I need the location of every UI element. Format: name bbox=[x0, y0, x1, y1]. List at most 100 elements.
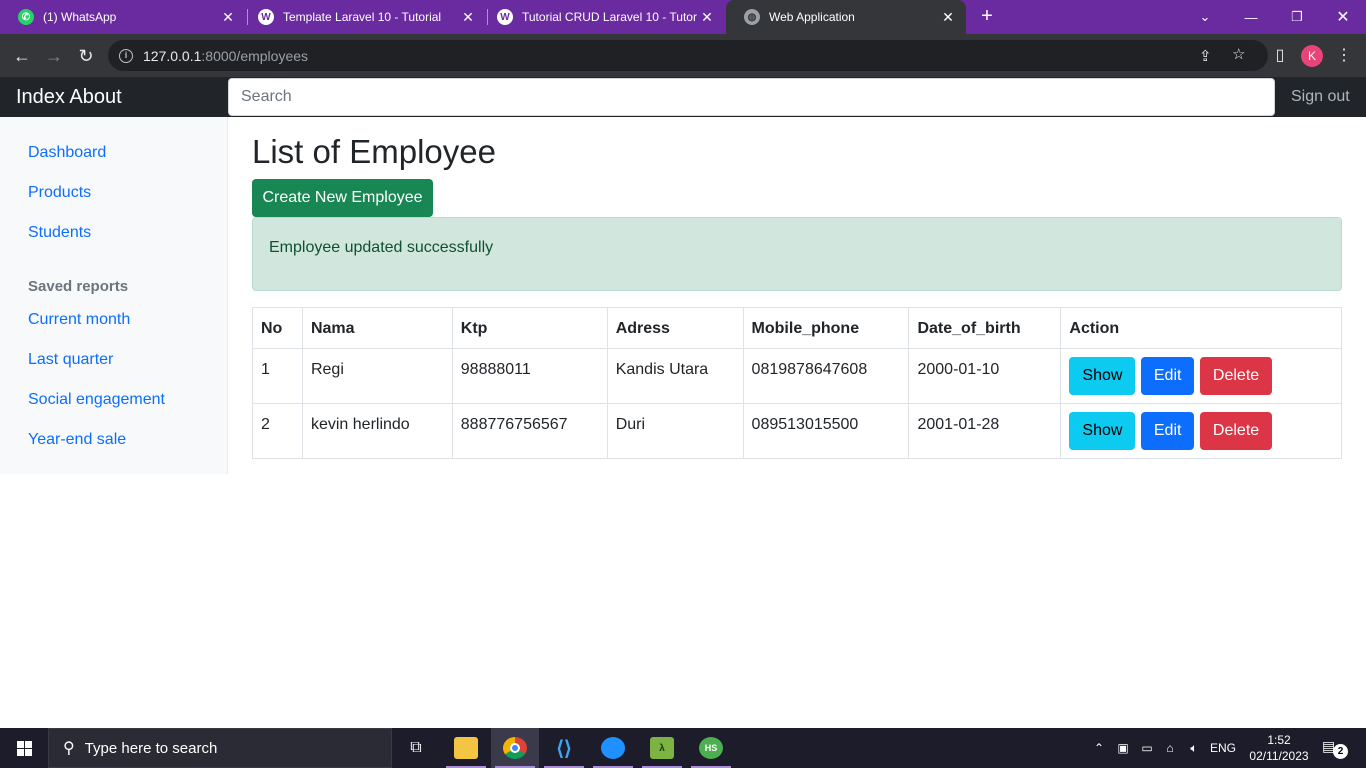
sidebar: Dashboard Products Students Saved report… bbox=[0, 117, 228, 474]
sidebar-item-products[interactable]: Products bbox=[28, 184, 91, 202]
cell-ktp: 98888011 bbox=[451, 348, 608, 404]
address-bar[interactable]: i 127.0.0.1:8000/employees bbox=[108, 40, 1268, 71]
minimize-button[interactable]: — bbox=[1228, 0, 1274, 34]
chrome-button[interactable] bbox=[491, 728, 539, 768]
navbar-brand[interactable]: Index About bbox=[16, 86, 122, 109]
saved-reports-heading: Saved reports bbox=[28, 278, 129, 295]
cell-no: 2 bbox=[252, 403, 303, 459]
task-view-button[interactable]: ⧉ bbox=[392, 728, 440, 768]
share-icon[interactable]: ⇪ bbox=[1199, 47, 1212, 65]
column-header: Ktp bbox=[451, 307, 608, 349]
app-green-button[interactable]: λ bbox=[638, 728, 686, 768]
back-icon[interactable]: ← bbox=[9, 43, 35, 69]
url-text: 127.0.0.1:8000/employees bbox=[143, 47, 309, 64]
column-header: Nama bbox=[301, 307, 453, 349]
tab-whatsapp[interactable]: ✆ (1) WhatsApp ✕ bbox=[0, 0, 246, 34]
close-window-button[interactable]: ✕ bbox=[1320, 0, 1366, 34]
forward-icon[interactable]: → bbox=[41, 43, 67, 69]
column-header: Date_of_birth bbox=[908, 307, 1062, 349]
file-explorer-button[interactable] bbox=[442, 728, 490, 768]
column-header: Adress bbox=[606, 307, 744, 349]
taskbar-search-box[interactable]: ⚲ Type here to search bbox=[48, 728, 392, 768]
cell-nama: kevin herlindo bbox=[301, 403, 453, 459]
taskbar-search-placeholder: Type here to search bbox=[84, 739, 218, 757]
app-blue-button[interactable] bbox=[589, 728, 637, 768]
success-alert: Employee updated successfully bbox=[252, 217, 1342, 291]
cell-no: 1 bbox=[252, 348, 303, 404]
show-button[interactable]: Show bbox=[1069, 357, 1136, 395]
show-button[interactable]: Show bbox=[1069, 412, 1136, 450]
close-tab-icon[interactable]: ✕ bbox=[697, 9, 717, 26]
notification-center-icon[interactable]: ▤ 2 bbox=[1322, 738, 1348, 759]
browser-toolbar: ← → ↻ i 127.0.0.1:8000/employees ⇪ ☆ ▯ K… bbox=[0, 34, 1366, 77]
profile-avatar[interactable]: K bbox=[1301, 45, 1323, 67]
cell-adress: Kandis Utara bbox=[606, 348, 744, 404]
browser-tab-strip: ✆ (1) WhatsApp ✕ W Template Laravel 10 -… bbox=[0, 0, 1366, 34]
side-panel-icon[interactable]: ▯ bbox=[1268, 43, 1292, 67]
tab-web-application[interactable]: ◍ Web Application ✕ bbox=[726, 0, 966, 34]
sidebar-item-dashboard[interactable]: Dashboard bbox=[28, 144, 106, 162]
close-tab-icon[interactable]: ✕ bbox=[938, 9, 958, 26]
sidebar-report-year-end-sale[interactable]: Year-end sale bbox=[28, 431, 126, 449]
cell-date-of-birth: 2001-01-28 bbox=[908, 403, 1062, 459]
tab-tutorial-crud[interactable]: W Tutorial CRUD Laravel 10 - Tutor ✕ bbox=[479, 0, 725, 34]
sidebar-report-current-month[interactable]: Current month bbox=[28, 311, 130, 329]
hs-icon: HS bbox=[699, 737, 723, 759]
notification-count-badge: 2 bbox=[1333, 744, 1348, 759]
search-input[interactable] bbox=[228, 78, 1275, 116]
start-button[interactable] bbox=[0, 728, 48, 768]
cell-mobile-phone: 089513015500 bbox=[742, 403, 910, 459]
delete-button[interactable]: Delete bbox=[1199, 357, 1273, 395]
sidebar-item-students[interactable]: Students bbox=[28, 224, 91, 242]
tab-title: Template Laravel 10 - Tutorial bbox=[283, 10, 442, 24]
blue-app-icon bbox=[601, 737, 625, 759]
whatsapp-icon: ✆ bbox=[18, 9, 34, 25]
reload-icon[interactable]: ↻ bbox=[73, 43, 99, 69]
meet-now-icon[interactable]: ▣ bbox=[1114, 728, 1132, 768]
task-view-icon: ⧉ bbox=[410, 739, 422, 756]
language-indicator[interactable]: ENG bbox=[1208, 728, 1238, 768]
chrome-icon bbox=[503, 737, 527, 759]
tab-title: Tutorial CRUD Laravel 10 - Tutor bbox=[522, 10, 697, 24]
taskbar-clock[interactable]: 1:52 02/11/2023 bbox=[1244, 732, 1314, 764]
employee-table: No Nama Ktp Adress Mobile_phone Date_of_… bbox=[252, 307, 1342, 459]
column-header: Action bbox=[1060, 307, 1342, 349]
battery-icon[interactable]: ▭ bbox=[1138, 728, 1156, 768]
network-icon[interactable]: ⌂ bbox=[1160, 728, 1180, 768]
cell-date-of-birth: 2000-01-10 bbox=[908, 348, 1062, 404]
wordpress-icon: W bbox=[258, 9, 274, 25]
column-header: Mobile_phone bbox=[742, 307, 910, 349]
clock-time: 1:52 bbox=[1267, 733, 1291, 747]
sidebar-report-social-engagement[interactable]: Social engagement bbox=[28, 391, 165, 409]
heidisql-button[interactable]: HS bbox=[687, 728, 735, 768]
column-header: No bbox=[252, 307, 303, 349]
delete-button[interactable]: Delete bbox=[1199, 412, 1273, 450]
sidebar-report-last-quarter[interactable]: Last quarter bbox=[28, 351, 113, 369]
vscode-button[interactable]: ⟨⟩ bbox=[540, 728, 588, 768]
page-title: List of Employee bbox=[252, 133, 496, 170]
close-tab-icon[interactable]: ✕ bbox=[458, 9, 478, 26]
site-info-icon[interactable]: i bbox=[119, 48, 133, 63]
create-employee-button[interactable]: Create New Employee bbox=[252, 179, 433, 217]
tab-search-icon[interactable]: ⌄ bbox=[1182, 0, 1228, 34]
tab-template-laravel[interactable]: W Template Laravel 10 - Tutorial ✕ bbox=[240, 0, 486, 34]
close-tab-icon[interactable]: ✕ bbox=[218, 9, 238, 26]
windows-taskbar: ⚲ Type here to search ⧉ ⟨⟩ λ HS ⌃ ▣ ▭ ⌂ … bbox=[0, 728, 1366, 768]
show-hidden-icons-icon[interactable]: ⌃ bbox=[1090, 728, 1108, 768]
bookmark-star-icon[interactable]: ☆ bbox=[1232, 45, 1245, 63]
table-header-row: No Nama Ktp Adress Mobile_phone Date_of_… bbox=[252, 307, 1342, 349]
restore-button[interactable]: ❐ bbox=[1274, 0, 1320, 34]
cell-actions: Show Edit Delete bbox=[1060, 403, 1342, 459]
sign-out-link[interactable]: Sign out bbox=[1291, 88, 1350, 106]
edit-button[interactable]: Edit bbox=[1140, 357, 1195, 395]
volume-icon[interactable]: 🔈︎ bbox=[1184, 728, 1204, 768]
vscode-icon: ⟨⟩ bbox=[556, 737, 572, 760]
new-tab-button[interactable]: + bbox=[976, 5, 998, 29]
menu-kebab-icon[interactable]: ⋮ bbox=[1332, 43, 1356, 67]
app-navbar: Index About Sign out bbox=[0, 77, 1366, 117]
cell-ktp: 888776756567 bbox=[451, 403, 608, 459]
tab-title: (1) WhatsApp bbox=[43, 10, 117, 24]
clock-date: 02/11/2023 bbox=[1249, 749, 1309, 763]
green-app-icon: λ bbox=[650, 737, 674, 759]
edit-button[interactable]: Edit bbox=[1140, 412, 1195, 450]
